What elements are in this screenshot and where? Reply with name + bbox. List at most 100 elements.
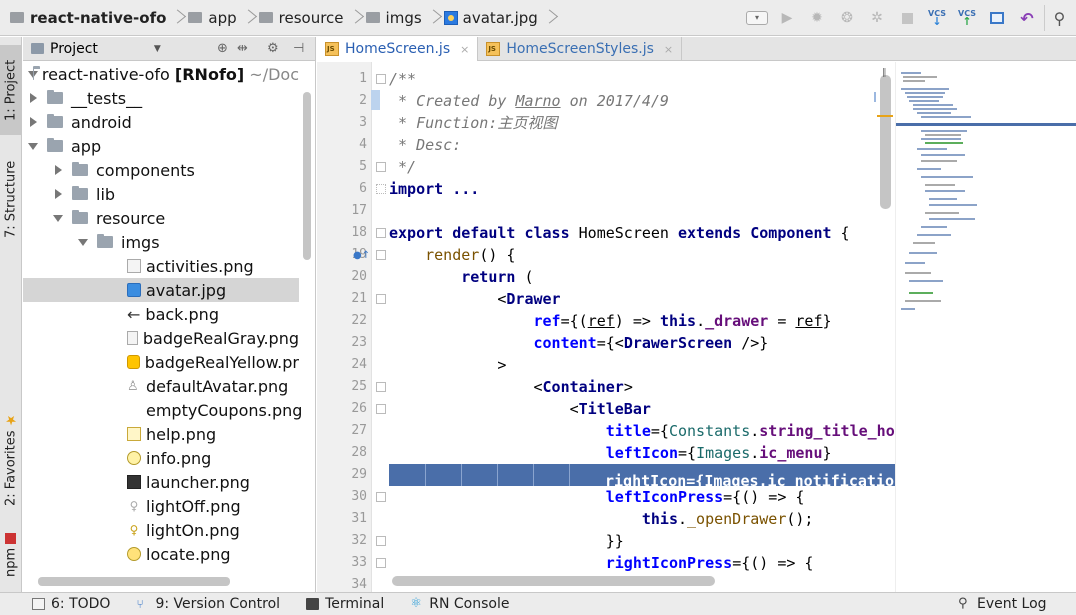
code-line: title={Constants.string_title_home bbox=[605, 422, 895, 440]
code-line: * Function:主页视图 bbox=[389, 114, 558, 132]
tree-file[interactable]: emptyCoupons.png bbox=[23, 398, 302, 422]
breadcrumb-imgs[interactable]: imgs bbox=[386, 9, 422, 27]
run-config-dropdown[interactable]: ▾ bbox=[744, 5, 770, 31]
fold-marker[interactable] bbox=[376, 184, 386, 194]
line-number: 33 bbox=[351, 555, 367, 570]
fold-marker[interactable] bbox=[376, 404, 386, 414]
tree-item[interactable]: lib bbox=[23, 182, 299, 206]
project-vertical-scrollbar[interactable] bbox=[303, 92, 311, 260]
fold-marker[interactable] bbox=[376, 74, 386, 84]
expand-toggle-icon[interactable] bbox=[77, 235, 91, 249]
tab-favorites[interactable]: 2: Favorites ★ bbox=[0, 409, 22, 509]
stop-icon[interactable] bbox=[894, 5, 920, 31]
tree-file[interactable]: ♀ lightOff.png bbox=[23, 494, 299, 518]
chevron-right-icon bbox=[241, 8, 255, 28]
tree-file[interactable]: ♀ lightOn.png bbox=[23, 518, 299, 542]
line-number: 20 bbox=[351, 269, 367, 284]
line-number: 31 bbox=[351, 511, 367, 526]
expand-toggle-icon[interactable] bbox=[52, 163, 66, 177]
tab-homescreenstyles[interactable]: JS HomeScreenStyles.js × bbox=[478, 37, 683, 61]
tab-homescreen[interactable]: JS HomeScreen.js × bbox=[317, 37, 479, 61]
expand-toggle-icon[interactable] bbox=[27, 91, 41, 105]
project-view-selector[interactable]: Project ▼ bbox=[31, 41, 161, 57]
run-icon[interactable]: ▶ bbox=[774, 5, 800, 31]
tree-item[interactable]: android bbox=[23, 110, 299, 134]
locate-icon[interactable]: ⊕ bbox=[217, 41, 228, 56]
tree-item[interactable]: imgs bbox=[23, 230, 299, 254]
fold-marker[interactable] bbox=[376, 162, 386, 172]
pause-icon[interactable]: ‖ bbox=[882, 68, 887, 78]
launcher-file-icon bbox=[127, 475, 141, 489]
tab-project[interactable]: 1: Project bbox=[0, 45, 22, 135]
collapse-icon[interactable]: ⇹ bbox=[237, 41, 248, 56]
tree-file[interactable]: ♙ defaultAvatar.png bbox=[23, 374, 299, 398]
project-structure-icon[interactable] bbox=[984, 5, 1010, 31]
tree-item-label: resource bbox=[96, 208, 166, 228]
breadcrumb-file[interactable]: avatar.jpg bbox=[463, 9, 538, 27]
terminal-button[interactable]: Terminal bbox=[306, 596, 384, 612]
navigation-bar: react-native-ofo app resource imgs avata… bbox=[0, 0, 1076, 36]
fold-marker[interactable] bbox=[376, 382, 386, 392]
tree-file[interactable]: launcher.png bbox=[23, 470, 299, 494]
expand-toggle-icon[interactable] bbox=[27, 139, 41, 153]
debug-icon[interactable]: ✹ bbox=[804, 5, 830, 31]
tree-root[interactable]: react-native-ofo [RNofo] ~/Doc bbox=[23, 62, 299, 86]
line-number: 6 bbox=[359, 181, 367, 196]
vcs-update-button[interactable]: VCS ↓ bbox=[924, 5, 950, 31]
code-line: <TitleBar bbox=[389, 400, 651, 418]
tree-file[interactable]: badgeRealYellow.pr bbox=[23, 350, 299, 374]
expand-toggle-icon[interactable] bbox=[27, 115, 41, 129]
version-control-button[interactable]: ⑂ 9: Version Control bbox=[136, 596, 280, 612]
fold-marker[interactable] bbox=[376, 558, 386, 568]
override-marker-icon[interactable]: ●↑ bbox=[353, 250, 370, 261]
close-icon[interactable]: × bbox=[460, 43, 469, 56]
code-minimap[interactable]: ‖ bbox=[874, 62, 1076, 592]
fold-marker[interactable] bbox=[376, 250, 386, 260]
fold-marker[interactable] bbox=[376, 536, 386, 546]
tree-item[interactable]: resource bbox=[23, 206, 299, 230]
editor-vertical-scrollbar[interactable] bbox=[880, 75, 891, 209]
search-icon[interactable]: ⚲ bbox=[1044, 5, 1074, 31]
tree-item-label: activities.png bbox=[146, 256, 254, 276]
profile-icon[interactable]: ❂ bbox=[834, 5, 860, 31]
code-editor[interactable]: /** * Created by Marno on 2017/4/9 * Fun… bbox=[389, 62, 895, 592]
tab-structure[interactable]: 7: Structure bbox=[0, 149, 22, 249]
tree-file[interactable]: activities.png bbox=[23, 254, 299, 278]
tree-file[interactable]: ← back.png bbox=[23, 302, 299, 326]
tree-file-selected[interactable]: avatar.jpg bbox=[23, 278, 299, 302]
hide-icon[interactable]: ⊣ bbox=[293, 41, 304, 56]
expand-toggle-icon[interactable] bbox=[52, 211, 66, 225]
fold-marker[interactable] bbox=[376, 294, 386, 304]
fold-marker[interactable] bbox=[376, 228, 386, 238]
line-number: 30 bbox=[351, 489, 367, 504]
line-number: 4 bbox=[359, 137, 367, 152]
tree-file[interactable]: locate.png bbox=[23, 542, 299, 566]
vcs-commit-button[interactable]: VCS ↑ bbox=[954, 5, 980, 31]
close-icon[interactable]: × bbox=[664, 43, 673, 56]
event-log-label: Event Log bbox=[977, 596, 1047, 612]
project-horizontal-scrollbar[interactable] bbox=[38, 577, 230, 586]
gear-icon[interactable]: ⚙ bbox=[267, 41, 279, 56]
tree-file[interactable]: info.png bbox=[23, 446, 299, 470]
tree-file[interactable]: badgeRealGray.png bbox=[23, 326, 299, 350]
minimap-line bbox=[929, 204, 977, 206]
undo-icon[interactable]: ↶ bbox=[1014, 5, 1040, 31]
event-log-button[interactable]: ⚲ Event Log bbox=[958, 596, 1047, 612]
breadcrumb-resource[interactable]: resource bbox=[279, 9, 344, 27]
tree-item[interactable]: app bbox=[23, 134, 299, 158]
branch-icon: ⑂ bbox=[136, 597, 144, 611]
attach-icon[interactable]: ✲ bbox=[864, 5, 890, 31]
minimap-line bbox=[907, 96, 943, 98]
tree-item[interactable]: __tests__ bbox=[23, 86, 299, 110]
todo-button[interactable]: 6: TODO bbox=[32, 596, 110, 612]
tree-item[interactable]: components bbox=[23, 158, 299, 182]
tab-npm[interactable]: npm bbox=[0, 527, 22, 583]
tree-file[interactable]: help.png bbox=[23, 422, 299, 446]
editor-horizontal-scrollbar[interactable] bbox=[392, 576, 715, 586]
minimap-line bbox=[929, 218, 975, 220]
rn-console-button[interactable]: ⚛ RN Console bbox=[410, 596, 509, 612]
breadcrumb-project[interactable]: react-native-ofo bbox=[30, 9, 166, 27]
expand-toggle-icon[interactable] bbox=[52, 187, 66, 201]
breadcrumb-app[interactable]: app bbox=[208, 9, 236, 27]
fold-marker[interactable] bbox=[376, 492, 386, 502]
